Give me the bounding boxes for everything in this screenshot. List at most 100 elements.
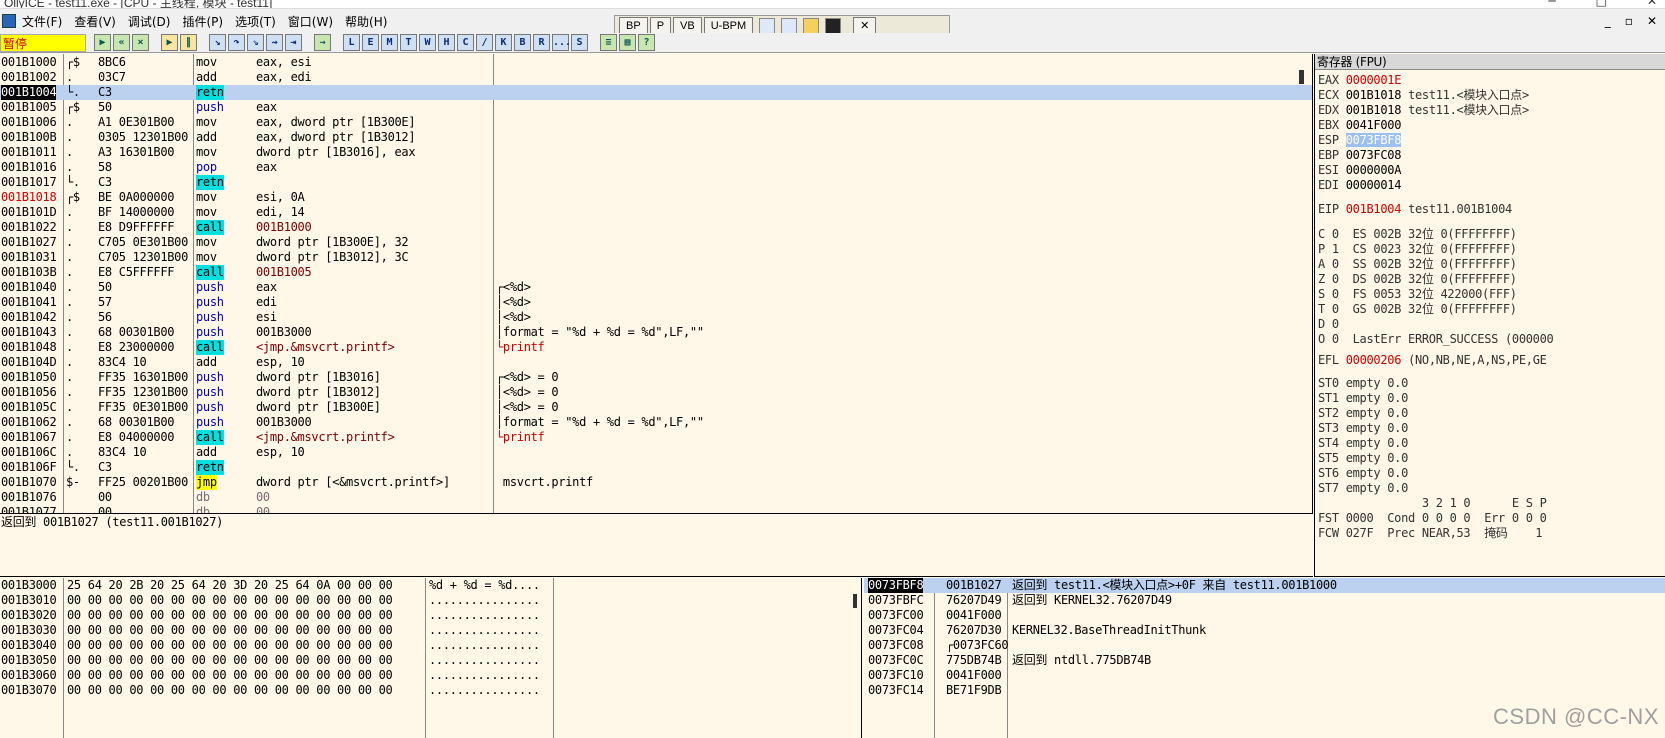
disassembly-pane[interactable]: 001B1000 ┌$ 8BC6 mov eax, esi 001B1002. 03C7 ad… bbox=[0, 54, 1313, 514]
stack-row[interactable]: 0073FC00 0041F000 bbox=[864, 608, 1665, 623]
disasm-row[interactable]: 001B1022. E8 D9FFFFFF call 001B1000 bbox=[0, 220, 1312, 235]
dump-row[interactable]: 001B3040 00 00 00 00 00 00 00 00 00 00 00… bbox=[1, 638, 561, 653]
threads-button[interactable]: T bbox=[400, 34, 417, 51]
mdi-restore-button[interactable]: ▫ bbox=[1625, 14, 1633, 28]
disasm-row[interactable]: 001B1017 └. C3 retn bbox=[0, 175, 1312, 190]
dump-row[interactable]: 001B3000 25 64 20 2B 20 25 64 20 3D 20 25… bbox=[1, 578, 561, 593]
disasm-row[interactable]: 001B1056. FF35 12301B00 push dword ptr [1B3… bbox=[0, 385, 1312, 400]
fpu-header[interactable]: 3 2 1 0 E S P bbox=[1318, 496, 1547, 511]
maximize-button[interactable]: □ bbox=[1596, 0, 1607, 8]
disasm-row[interactable]: 001B106F └. C3 retn bbox=[0, 460, 1312, 475]
scroll-thumb[interactable] bbox=[1299, 70, 1304, 84]
fpu-register[interactable]: ST7 empty 0.0 bbox=[1318, 481, 1408, 496]
register-value[interactable]: 0041F000 bbox=[1346, 118, 1402, 132]
stack-row[interactable]: 0073FBFC 76207D49 返回到 KERNEL32.76207D49 bbox=[864, 593, 1665, 608]
disasm-row[interactable]: 001B1077 00 db 00 bbox=[0, 505, 1312, 513]
menu-options[interactable]: 选项(T) bbox=[235, 13, 276, 30]
fpu-register[interactable]: ST2 empty 0.0 bbox=[1318, 406, 1408, 421]
register-esp[interactable]: ESP 0073FBF8 bbox=[1318, 133, 1408, 148]
flag-line[interactable]: A 0 SS 002B 32位 0(FFFFFFFF) bbox=[1318, 257, 1517, 272]
disasm-row[interactable]: 001B1076 00 db 00 bbox=[0, 490, 1312, 505]
handles-button[interactable]: H bbox=[438, 34, 455, 51]
disasm-row[interactable]: 001B1000 ┌$ 8BC6 mov eax, esi bbox=[0, 55, 1312, 70]
mdi-minimize-button[interactable]: _ bbox=[1605, 14, 1611, 28]
disasm-row[interactable]: 001B1005 ┌$ 50 push eax bbox=[0, 100, 1312, 115]
stack-row[interactable]: 0073FBF8 001B1027 返回到 test11.<模块入口点>+0F 来自… bbox=[864, 578, 1665, 593]
dump-row[interactable]: 001B3020 00 00 00 00 00 00 00 00 00 00 00… bbox=[1, 608, 561, 623]
disasm-row[interactable]: 001B1042. 56 push esi │<%d> bbox=[0, 310, 1312, 325]
flag-line[interactable]: Z 0 DS 002B 32位 0(FFFFFFFF) bbox=[1318, 272, 1517, 287]
windows-button[interactable]: W bbox=[419, 34, 436, 51]
dump-row[interactable]: 001B3010 00 00 00 00 00 00 00 00 00 00 00… bbox=[1, 593, 561, 608]
trace-into-icon[interactable]: ⇘ bbox=[247, 34, 264, 51]
log-button[interactable]: L bbox=[343, 34, 360, 51]
register-ebx[interactable]: EBX 0041F000 bbox=[1318, 118, 1408, 133]
disasm-row[interactable]: 001B105C. FF35 0E301B00 push dword ptr [1B3… bbox=[0, 400, 1312, 415]
stack-row[interactable]: 0073FC14 BE71F9DB bbox=[864, 683, 1665, 698]
fpu-status[interactable]: FST 0000 Cond 0 0 0 0 Err 0 0 0 bbox=[1318, 511, 1547, 526]
disasm-row[interactable]: 001B1027. C705 0E301B00 mov dword ptr [1B30… bbox=[0, 235, 1312, 250]
close-button[interactable]: ✕ bbox=[1647, 0, 1657, 8]
register-eax[interactable]: EAX 0000001E bbox=[1318, 73, 1408, 88]
disasm-row[interactable]: 001B1043. 68 00301B00 push 001B3000 │format … bbox=[0, 325, 1312, 340]
grid-icon[interactable]: ▦ bbox=[619, 34, 636, 51]
dump-row[interactable]: 001B3070 00 00 00 00 00 00 00 00 00 00 00… bbox=[1, 683, 561, 698]
registers-title[interactable]: 寄存器 (FPU) bbox=[1315, 54, 1665, 70]
register-edi[interactable]: EDI 00000014 bbox=[1318, 178, 1408, 193]
register-value[interactable]: 0000001E bbox=[1346, 73, 1402, 87]
execute-till-return-icon[interactable]: ⇥ bbox=[285, 34, 302, 51]
dump-row[interactable]: 001B3030 00 00 00 00 00 00 00 00 00 00 00… bbox=[1, 623, 561, 638]
fpu-register[interactable]: ST4 empty 0.0 bbox=[1318, 436, 1408, 451]
flag-line[interactable]: D 0 bbox=[1318, 317, 1339, 332]
close-process-icon[interactable]: × bbox=[132, 34, 149, 51]
dump-row[interactable]: 001B3050 00 00 00 00 00 00 00 00 00 00 00… bbox=[1, 653, 561, 668]
disasm-row[interactable]: 001B101D. BF 14000000 mov edi, 14 bbox=[0, 205, 1312, 220]
register-ebp[interactable]: EBP 0073FC08 bbox=[1318, 148, 1408, 163]
stack-row[interactable]: 0073FC04 76207D30 KERNEL32.BaseThreadInitT… bbox=[864, 623, 1665, 638]
disasm-row[interactable]: 001B1040. 50 push eax ┌<%d> bbox=[0, 280, 1312, 295]
register-value[interactable]: 001B1018 bbox=[1346, 103, 1402, 117]
pause-icon[interactable]: ∥ bbox=[180, 34, 197, 51]
disasm-row[interactable]: 001B104D. 83C4 10 add esp, 10 bbox=[0, 355, 1312, 370]
flag-line[interactable]: C 0 ES 002B 32位 0(FFFFFFFF) bbox=[1318, 227, 1517, 242]
document-icon[interactable] bbox=[781, 18, 798, 34]
stack-row[interactable]: 0073FC08 ┌0073FC60 bbox=[864, 638, 1665, 653]
menu-debug[interactable]: 调试(D) bbox=[128, 13, 171, 30]
source-button[interactable]: S bbox=[571, 34, 588, 51]
memory-dump-pane[interactable]: 001B3000 25 64 20 2B 20 25 64 20 3D 20 25… bbox=[0, 578, 862, 738]
register-esi[interactable]: ESI 0000000A bbox=[1318, 163, 1408, 178]
disasm-row[interactable]: 001B1011. A3 16301B00 mov dword ptr [1B3016… bbox=[0, 145, 1312, 160]
trace-over-icon[interactable]: ⇝ bbox=[266, 34, 283, 51]
flag-line[interactable]: S 0 FS 0053 32位 422000(FFF) bbox=[1318, 287, 1517, 302]
step-into-icon[interactable]: ↘ bbox=[209, 34, 226, 51]
register-value[interactable]: 0073FC08 bbox=[1346, 148, 1402, 162]
flag-line[interactable]: T 0 GS 002B 32位 0(FFFFFFFF) bbox=[1318, 302, 1517, 317]
run-trace-button[interactable]: ... bbox=[552, 34, 571, 51]
register-value[interactable]: 0073FBF8 bbox=[1345, 133, 1401, 147]
notepad-icon[interactable] bbox=[759, 18, 776, 34]
memory-map-button[interactable]: M bbox=[381, 34, 398, 51]
disasm-row[interactable]: 001B1048. E8 23000000 call <jmp.&msvcrt.pri… bbox=[0, 340, 1312, 355]
disasm-row[interactable]: 001B1018 ┌$ BE 0A000000 mov esi, 0A bbox=[0, 190, 1312, 205]
list-icon[interactable]: ≡ bbox=[600, 34, 617, 51]
stack-row[interactable]: 0073FC10 0041F000 bbox=[864, 668, 1665, 683]
call-stack-button[interactable]: K bbox=[495, 34, 512, 51]
register-value[interactable]: 001B1018 bbox=[1346, 88, 1402, 102]
register-ecx[interactable]: ECX 001B1018 test11.<模块入口点> bbox=[1318, 88, 1529, 103]
registers-pane[interactable]: 寄存器 (FPU) EAX 0000001E ECX 001B1018 test… bbox=[1314, 54, 1665, 577]
fpu-control[interactable]: FCW 027F Prec NEAR,53 掩码 1 bbox=[1318, 526, 1543, 541]
menu-plugins[interactable]: 插件(P) bbox=[182, 13, 223, 30]
disasm-row[interactable]: 001B1041. 57 push edi │<%d> bbox=[0, 295, 1312, 310]
disasm-row[interactable]: 001B1004 └. C3 retn bbox=[0, 85, 1312, 100]
scroll-thumb[interactable] bbox=[853, 594, 857, 608]
patches-button[interactable]: / bbox=[476, 34, 493, 51]
menu-file[interactable]: 文件(F) bbox=[22, 13, 62, 30]
disasm-row[interactable]: 001B1067. E8 04000000 call <jmp.&msvcrt.pri… bbox=[0, 430, 1312, 445]
folder-icon[interactable] bbox=[803, 18, 820, 34]
disasm-row[interactable]: 001B1050. FF35 16301B00 push dword ptr [1B3… bbox=[0, 370, 1312, 385]
register-edx[interactable]: EDX 001B1018 test11.<模块入口点> bbox=[1318, 103, 1529, 118]
run-icon[interactable]: ▶ bbox=[161, 34, 178, 51]
fpu-register[interactable]: ST5 empty 0.0 bbox=[1318, 451, 1408, 466]
breakpoints-button[interactable]: B bbox=[514, 34, 531, 51]
dump-row[interactable]: 001B3060 00 00 00 00 00 00 00 00 00 00 00… bbox=[1, 668, 561, 683]
